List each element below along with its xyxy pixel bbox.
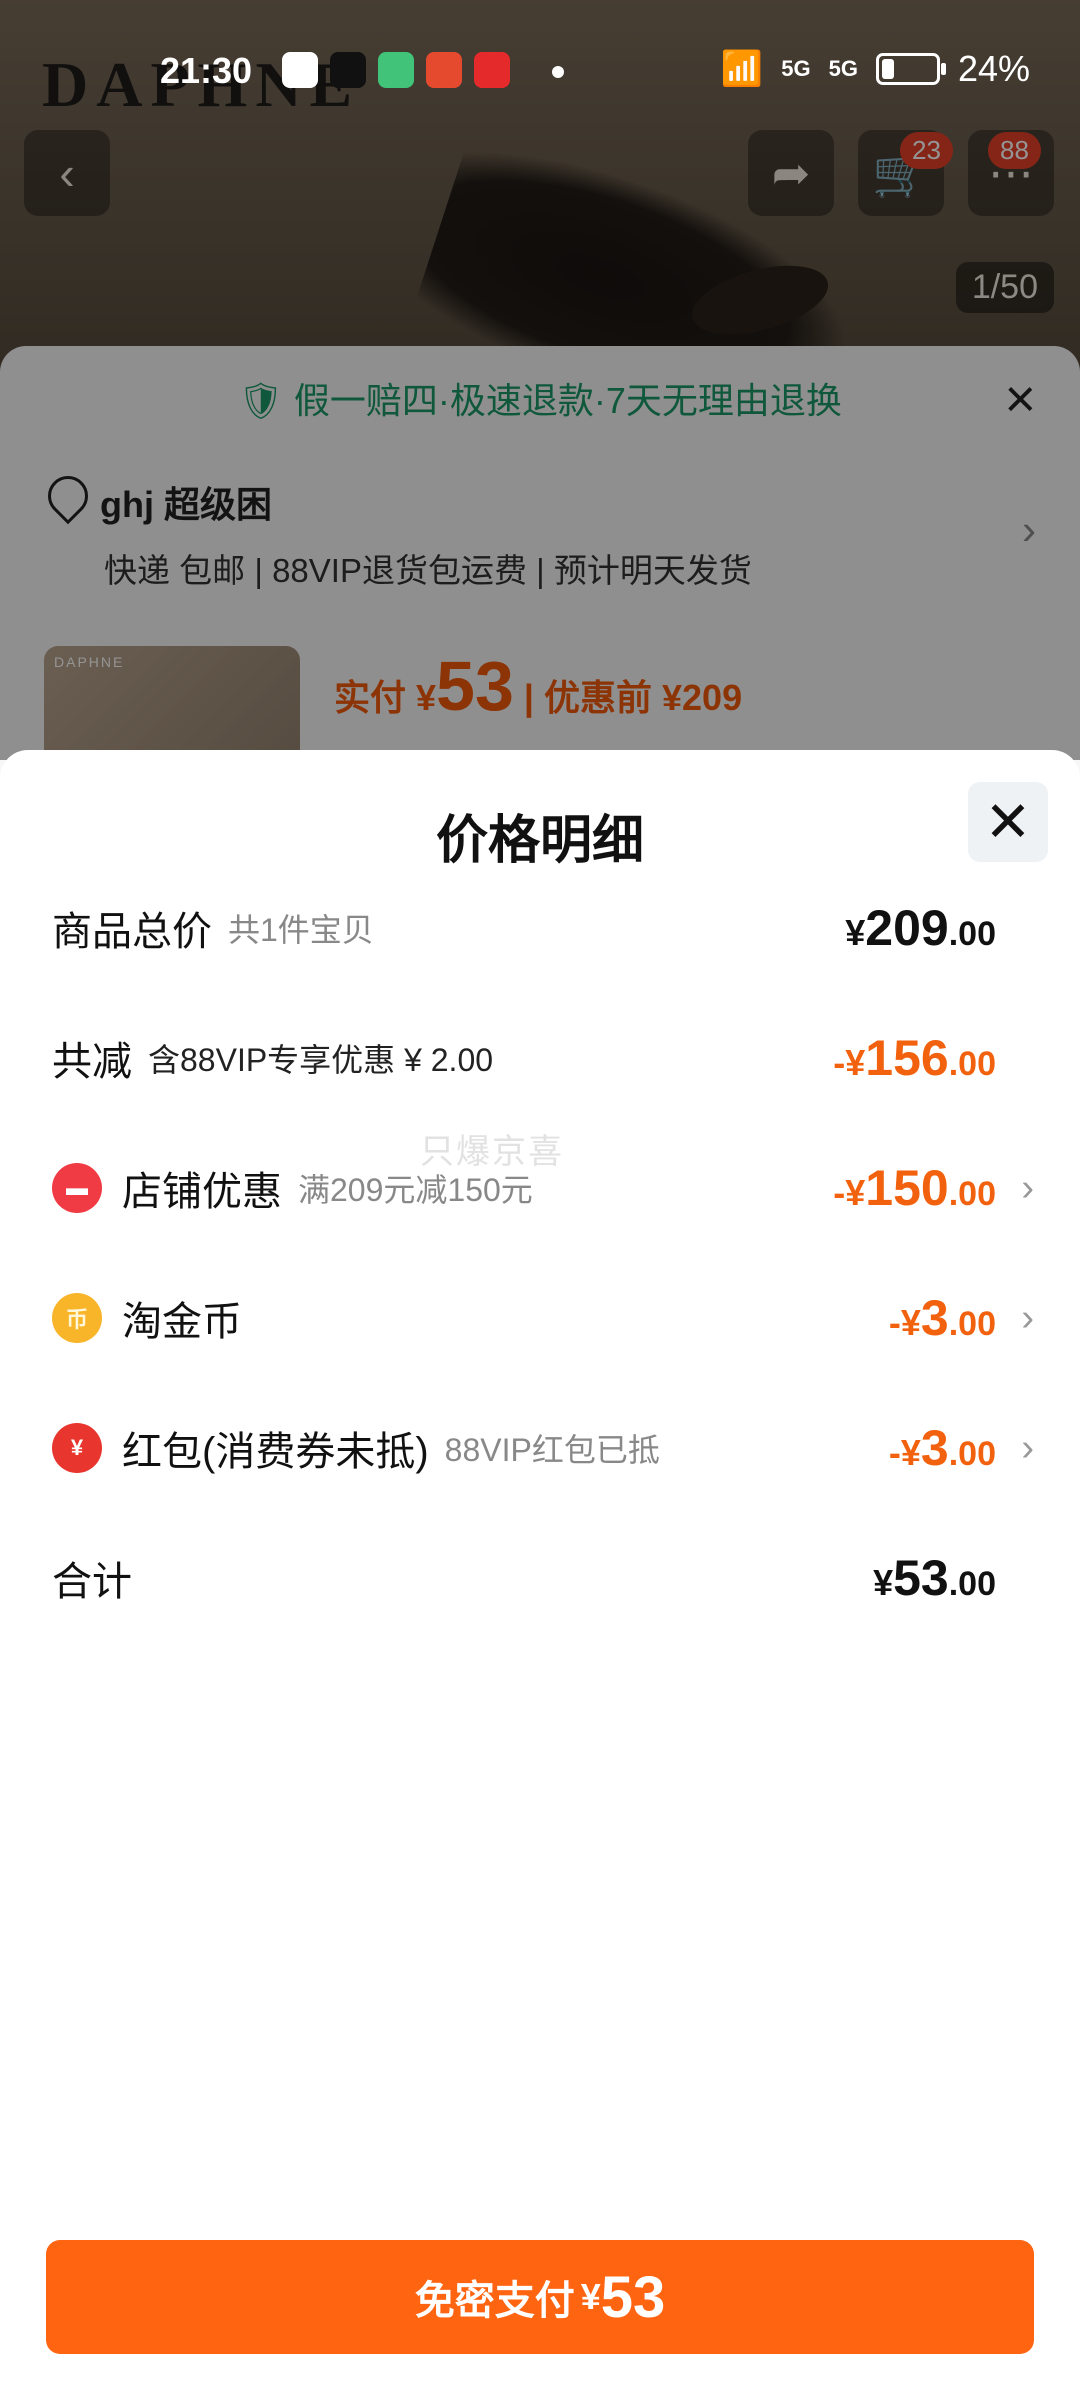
amount-currency: ¥ [873,1562,894,1603]
amount-int: 156 [865,1030,949,1086]
status-time: 21:30 [160,50,253,91]
more-notifications-dot [552,66,564,78]
battery-icon [875,53,946,85]
amount-currency: ¥ [845,912,866,953]
red-packet-row[interactable]: ¥ 红包(消费券未抵) 88VIP红包已抵 -¥3.00 › [52,1408,1034,1488]
row-label: 共减 [52,1040,132,1084]
amount-dec: .00 [948,1175,996,1213]
grand-total-row: 合计 ¥53.00 [52,1538,1028,1618]
total-price-row: 商品总价 共1件宝贝 ¥209.00 [52,888,1028,968]
status-bar: 21:30 📶 5G 5G 24% [0,0,1080,118]
amount-dec: .00 [948,1435,996,1473]
row-amount: -¥3.00 [889,1289,996,1347]
chevron-right-icon: › [1021,1426,1034,1469]
amount-currency: -¥ [888,1432,921,1473]
pay-button-amount: 53 [600,2264,666,2330]
row-sub: 含88VIP专享优惠 ¥ 2.00 [148,1042,494,1078]
price-detail-sheet: 价格明细 ✕ 只爆京喜 商品总价 共1件宝贝 ¥209.00 共减 含88VIP… [0,750,1080,2400]
amount-int: 53 [893,1550,949,1606]
row-label: 红包(消费券未抵) [122,1430,429,1474]
search-app-icon [282,52,318,88]
close-icon: ✕ [984,790,1032,853]
amount-int: 3 [920,1290,949,1346]
pay-button-label: 免密支付 [414,2279,575,2323]
row-amount: ¥53.00 [873,1549,996,1607]
signal-icon-1: 5G [781,56,811,81]
signal-icon-2: 5G [828,56,858,81]
red-packet-icon: ¥ [52,1423,102,1473]
amount-int: 3 [920,1420,949,1476]
row-amount: -¥156.00 [833,1029,996,1087]
row-label: 商品总价 [52,910,212,954]
password-free-pay-button[interactable]: 免密支付 ¥ 53 [46,2240,1034,2354]
amount-dec: .00 [948,1045,996,1083]
row-sub: 共1件宝贝 [228,912,374,948]
chevron-right-icon: › [1021,1166,1034,1209]
sheet-title: 价格明细 [435,812,644,870]
coin-icon: 币 [52,1293,102,1343]
row-sub: 满209元减150元 [298,1172,533,1208]
notification-icons [282,52,510,88]
amount-currency: -¥ [888,1302,921,1343]
chevron-right-icon: › [1021,1296,1034,1339]
amount-dec: .00 [948,915,996,953]
close-button[interactable]: ✕ [968,782,1048,862]
amount-currency: -¥ [833,1042,866,1083]
row-label: 店铺优惠 [122,1170,282,1214]
wifi-icon: 📶 [720,50,764,88]
pay-button-currency: ¥ [580,2276,601,2317]
red-packet-app-icon [474,52,510,88]
row-sub: 88VIP红包已抵 [444,1432,660,1468]
amount-dec: .00 [948,1305,996,1343]
video-app-icon [378,52,414,88]
tiktok-app-icon [330,52,366,88]
shop-icon: ▬ [52,1163,102,1213]
shop-app-icon [426,52,462,88]
row-label: 淘金币 [122,1300,242,1344]
store-discount-row[interactable]: ▬ 店铺优惠 满209元减150元 -¥150.00 › [52,1148,1034,1228]
amount-currency: -¥ [833,1172,866,1213]
row-amount: ¥209.00 [845,899,996,957]
amount-int: 209 [865,900,949,956]
taojinbi-row[interactable]: 币 淘金币 -¥3.00 › [52,1278,1034,1358]
row-label: 合计 [52,1560,132,1604]
amount-dec: .00 [948,1565,996,1603]
row-amount: -¥150.00 [833,1159,996,1217]
battery-level: 24% [957,48,1030,89]
total-discount-row: 共减 含88VIP专享优惠 ¥ 2.00 -¥156.00 [52,1018,1028,1098]
row-amount: -¥3.00 [889,1419,996,1477]
amount-int: 150 [865,1160,949,1216]
